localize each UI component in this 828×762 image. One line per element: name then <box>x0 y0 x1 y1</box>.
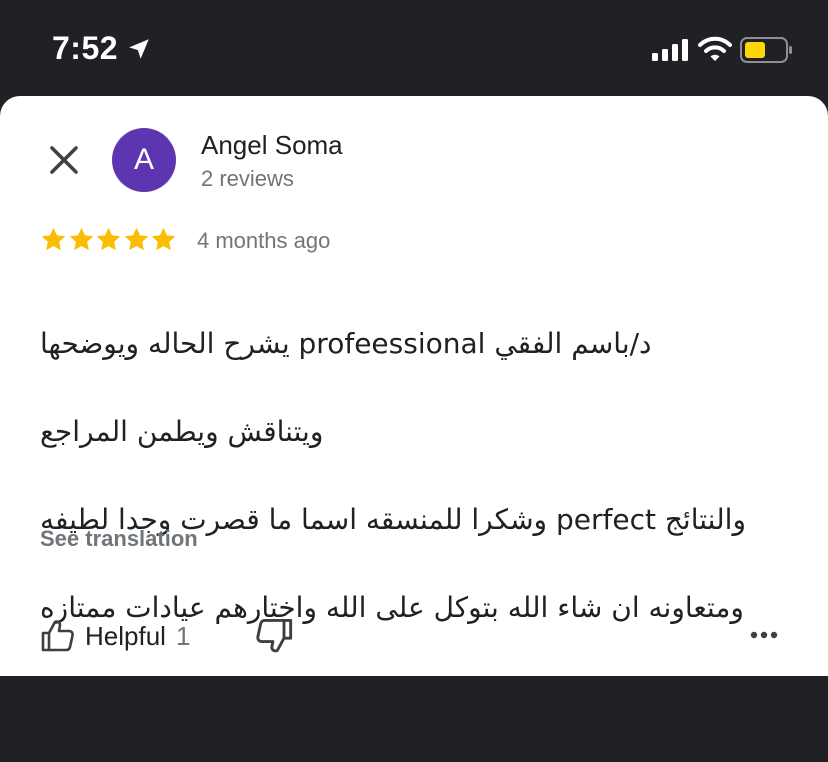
review-sheet: A Angel Soma 2 reviews 4 months ago د/با… <box>0 96 828 712</box>
see-translation-link[interactable]: See translation <box>40 526 198 552</box>
wifi-icon <box>698 36 732 61</box>
review-time: 4 months ago <box>197 228 331 253</box>
helpful-label: Helpful <box>85 620 166 651</box>
avatar[interactable]: A <box>112 128 176 192</box>
review-text-line: والدكتور الله يحفظه انسان خلوق وتطمنت نف… <box>40 679 600 712</box>
close-icon[interactable] <box>40 136 88 184</box>
reviewer-name[interactable]: Angel Soma <box>201 130 343 161</box>
location-arrow-icon <box>129 39 149 59</box>
star-icon <box>96 227 121 251</box>
star-icon <box>152 227 176 251</box>
battery-icon <box>740 37 792 63</box>
avatar-letter: A <box>133 143 154 176</box>
status-time: 7:52 <box>52 30 119 66</box>
thumb-up-icon <box>41 620 74 652</box>
helpful-count: 1 <box>175 620 191 651</box>
helpful-button[interactable]: Helpful 1 <box>40 616 190 656</box>
review-text-line: د/باسم الفقي profeessional يشرح الحاله و… <box>40 327 652 360</box>
status-bar: 7:52 <box>0 0 828 96</box>
thumb-down-icon[interactable] <box>254 616 294 656</box>
signal-icon <box>652 39 688 61</box>
more-options-icon[interactable] <box>746 620 782 650</box>
review-text: د/باسم الفقي profeessional يشرح الحاله و… <box>40 278 790 762</box>
star-rating <box>40 226 178 256</box>
reviewer-review-count: 2 reviews <box>201 166 294 191</box>
star-icon <box>69 227 93 251</box>
star-icon <box>124 227 149 251</box>
review-text-line: ويتناقش ويطمن المراجع <box>40 415 324 448</box>
star-icon <box>41 227 66 251</box>
